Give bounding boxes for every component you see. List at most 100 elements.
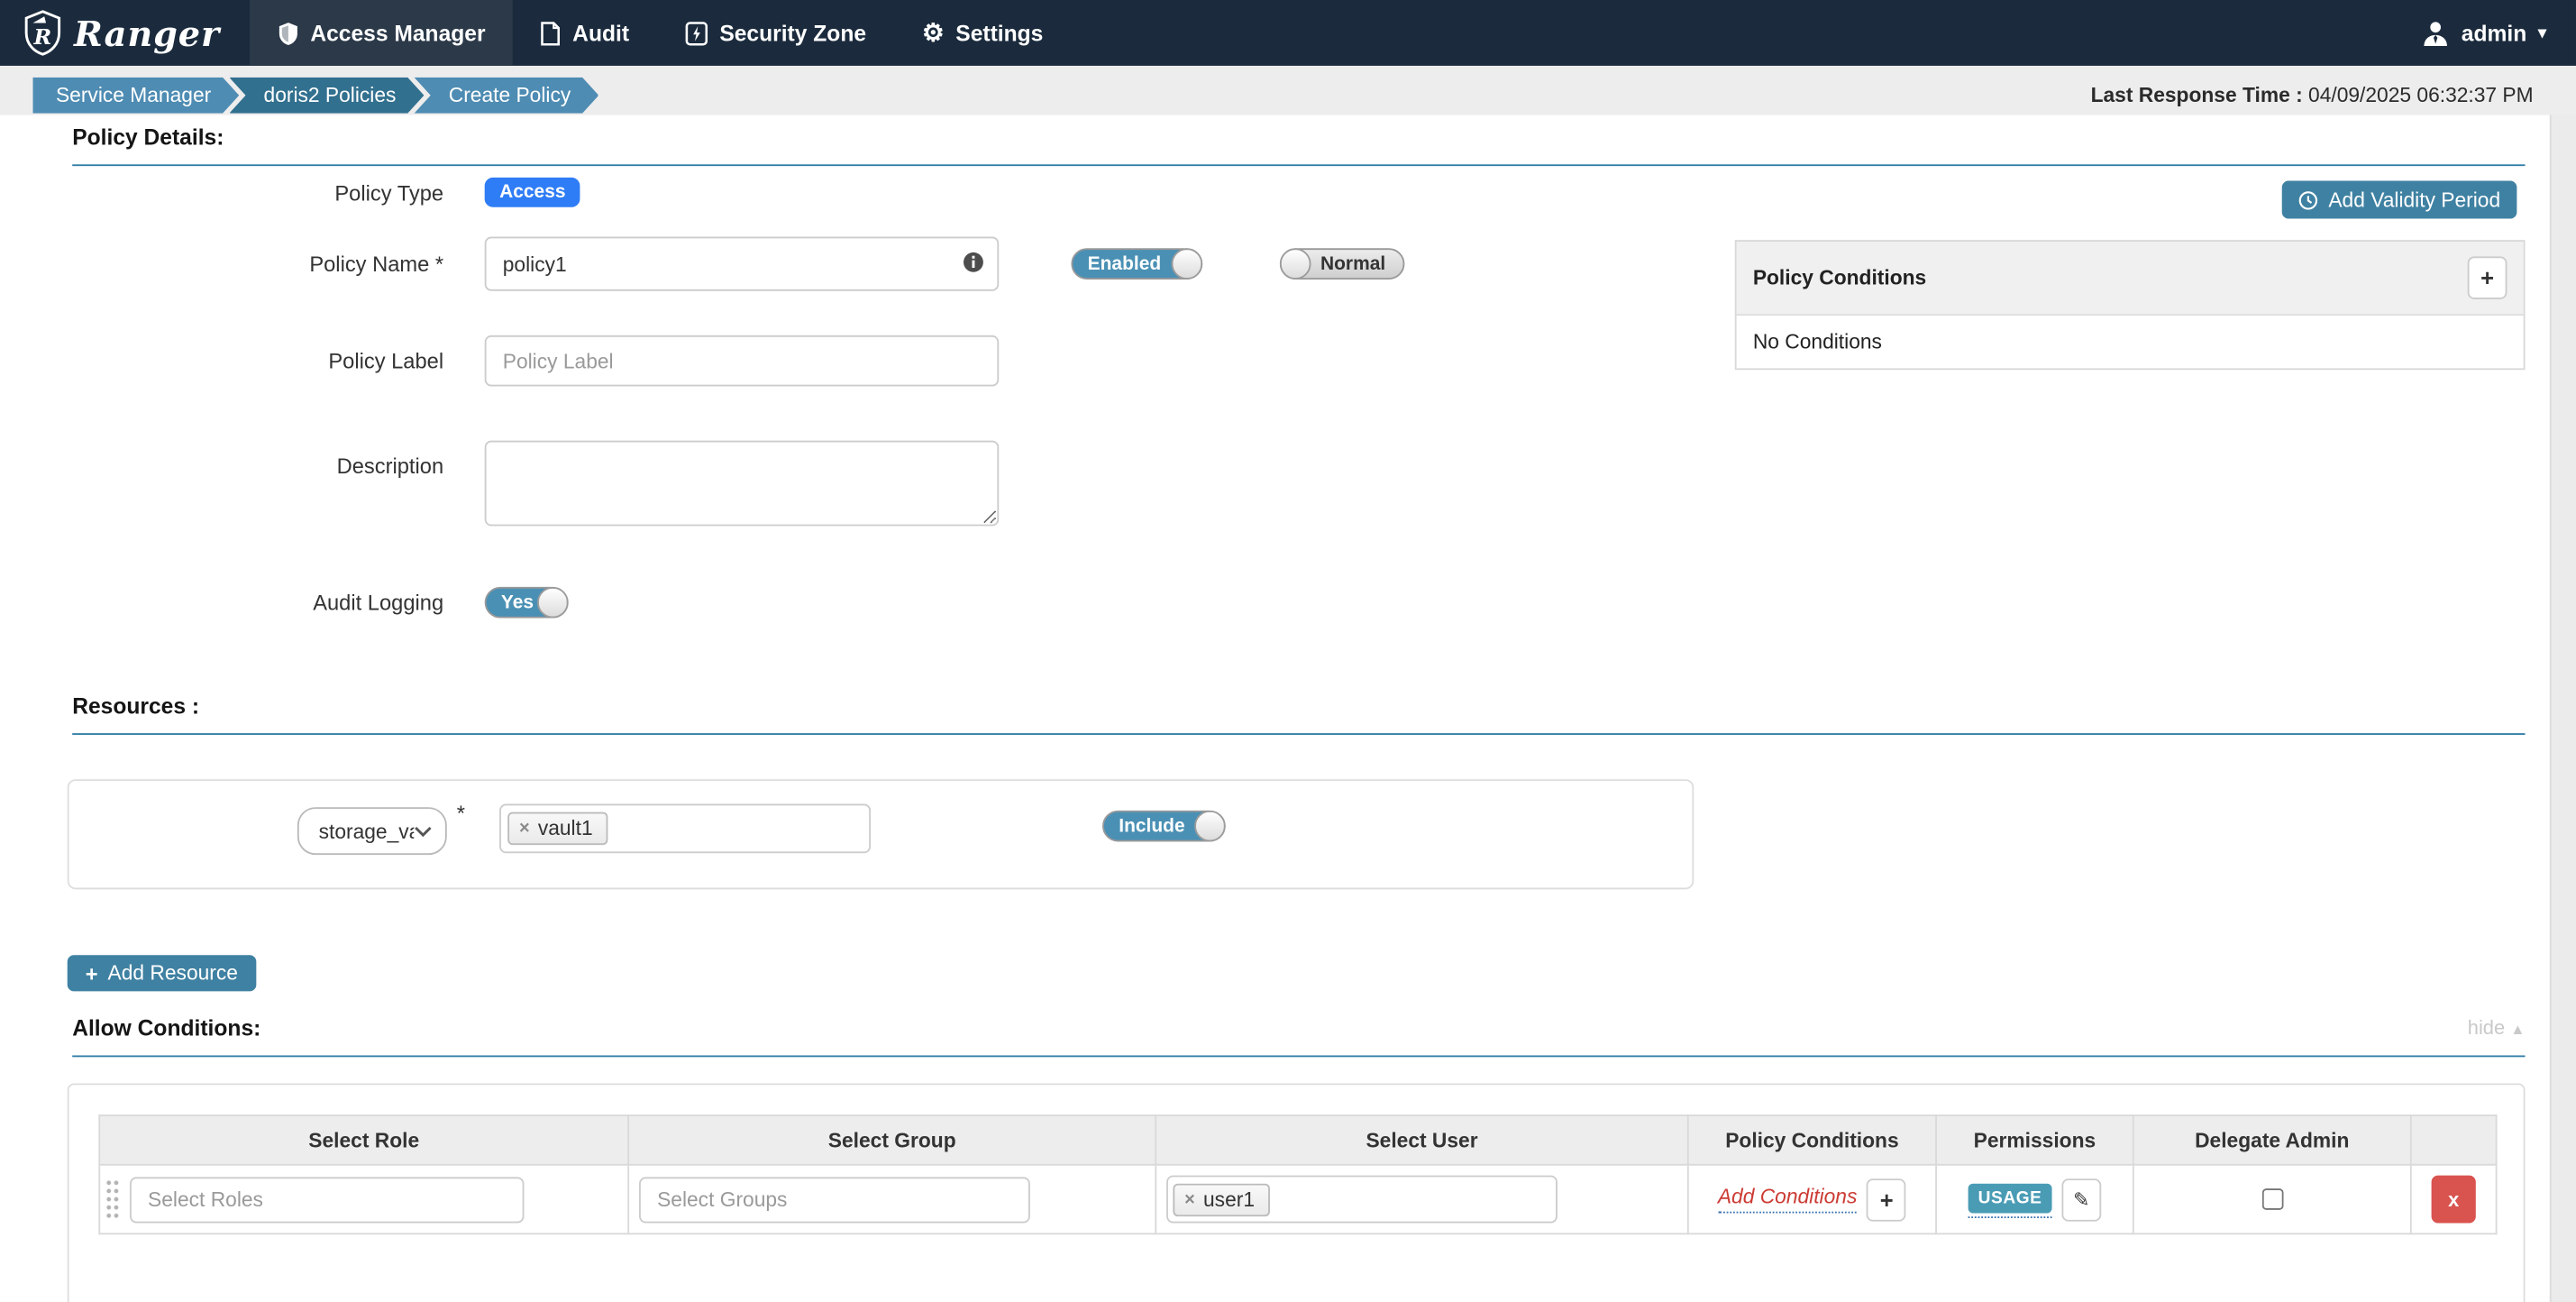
- add-policy-condition-button[interactable]: +: [2468, 256, 2507, 298]
- policy-type-label: Policy Type: [0, 180, 485, 205]
- breadcrumb-bar: Service Manager doris2 Policies Create P…: [0, 66, 2576, 115]
- toggle-knob: [537, 587, 569, 619]
- permission-badge-usage: USAGE: [1969, 1183, 2052, 1213]
- allow-conditions-heading-label: Allow Conditions:: [72, 1016, 260, 1041]
- hide-label: hide: [2468, 1016, 2505, 1040]
- last-response-time: Last Response Time : 04/09/2025 06:32:37…: [2091, 84, 2534, 107]
- delete-row-button[interactable]: x: [2432, 1176, 2476, 1224]
- table-header-row: Select Role Select Group Select User Pol…: [99, 1115, 2496, 1165]
- ranger-logo[interactable]: R Ranger: [0, 10, 250, 56]
- audit-logging-row: Audit Logging Yes: [0, 587, 568, 619]
- user-menu[interactable]: admin ▾: [2422, 19, 2576, 47]
- select-groups-input[interactable]: [639, 1176, 1030, 1222]
- policy-label-row: Policy Label: [0, 335, 999, 387]
- policy-conditions-panel: Policy Conditions + No Conditions: [1735, 240, 2526, 370]
- required-marker: *: [457, 801, 465, 825]
- remove-tag-icon[interactable]: ×: [1184, 1189, 1195, 1209]
- resource-card: storage_va * × vault1 Include: [68, 779, 1694, 889]
- toggle-knob: [1279, 248, 1311, 280]
- table-row: × user1 Add Conditions +: [99, 1165, 2496, 1234]
- toggle-knob: [1171, 248, 1202, 280]
- username-label: admin: [2462, 21, 2526, 45]
- add-validity-period-label: Add Validity Period: [2328, 188, 2500, 212]
- select-roles-input[interactable]: [130, 1176, 524, 1222]
- gear-icon: ⚙: [922, 21, 945, 45]
- add-validity-period-button[interactable]: Add Validity Period: [2282, 181, 2517, 219]
- main-content: Policy Details: Policy Type Access Add V…: [0, 115, 2552, 1302]
- remove-tag-icon[interactable]: ×: [519, 819, 530, 839]
- permission-badge-wrap: USAGE: [1969, 1181, 2052, 1217]
- actions-cell: x: [2411, 1165, 2497, 1234]
- nav-security-zone-label: Security Zone: [719, 21, 866, 45]
- resource-tag-label: vault1: [538, 817, 593, 840]
- policy-conditions-panel-title: Policy Conditions: [1753, 266, 1926, 289]
- policy-enabled-toggle[interactable]: Enabled: [1071, 248, 1201, 280]
- policy-normal-toggle[interactable]: Normal: [1279, 248, 1405, 280]
- policy-details-heading: Policy Details:: [72, 125, 2525, 167]
- policy-label-label: Policy Label: [0, 349, 485, 373]
- nav-access-manager-label: Access Manager: [310, 21, 485, 45]
- brand-name: Ranger: [74, 13, 220, 54]
- add-conditions-button[interactable]: +: [1867, 1178, 1906, 1220]
- delegate-admin-cell: [2133, 1165, 2411, 1234]
- permissions-cell: USAGE ✎: [1936, 1165, 2133, 1234]
- allow-conditions-card: Select Role Select Group Select User Pol…: [68, 1083, 2526, 1301]
- nav-settings[interactable]: ⚙ Settings: [894, 0, 1071, 66]
- allow-conditions-heading: hide ▲ Allow Conditions:: [72, 1016, 2525, 1058]
- breadcrumb-service-manager[interactable]: Service Manager: [32, 78, 239, 114]
- user-tag-label: user1: [1203, 1187, 1255, 1211]
- top-navbar: R Ranger Access Manager Audit Security Z…: [0, 0, 2576, 66]
- nav-security-zone[interactable]: Security Zone: [657, 0, 894, 66]
- select-user-cell: × user1: [1156, 1165, 1688, 1234]
- chevron-down-icon: ▾: [2538, 23, 2546, 41]
- chevron-up-icon: ▲: [2510, 1021, 2525, 1037]
- nav-audit[interactable]: Audit: [514, 0, 657, 66]
- edit-permissions-button[interactable]: ✎: [2061, 1178, 2101, 1220]
- header-policy-conditions: Policy Conditions: [1688, 1115, 1936, 1165]
- policy-label-input[interactable]: [485, 335, 1000, 387]
- policy-details-heading-label: Policy Details:: [72, 125, 224, 150]
- breadcrumb-doris2-policies[interactable]: doris2 Policies: [229, 78, 424, 114]
- delegate-admin-checkbox[interactable]: [2261, 1188, 2283, 1210]
- description-label: Description: [0, 441, 485, 479]
- last-response-time-value: 04/09/2025 06:32:37 PM: [2308, 84, 2534, 107]
- policy-type-row: Policy Type Access: [0, 178, 580, 207]
- pencil-icon: ✎: [2073, 1187, 2089, 1211]
- header-delegate-admin: Delegate Admin: [2133, 1115, 2411, 1165]
- header-actions: [2411, 1115, 2497, 1165]
- policy-enabled-toggle-label: Enabled: [1088, 254, 1162, 274]
- ranger-shield-logo-icon: R: [23, 10, 63, 56]
- select-user-input[interactable]: × user1: [1166, 1176, 1557, 1224]
- resource-tag-vault1: × vault1: [507, 812, 607, 845]
- breadcrumb-create-policy[interactable]: Create Policy: [414, 78, 598, 114]
- hide-toggle-link[interactable]: hide ▲: [2468, 1016, 2526, 1040]
- header-permissions: Permissions: [1936, 1115, 2133, 1165]
- policy-name-input[interactable]: [485, 237, 1000, 291]
- description-textarea[interactable]: [485, 441, 1000, 527]
- resource-value-input[interactable]: × vault1: [499, 804, 871, 854]
- add-resource-button[interactable]: + Add Resource: [68, 955, 256, 991]
- policy-type-badge[interactable]: Access: [485, 178, 580, 207]
- resource-type-select-value: storage_va: [319, 820, 415, 843]
- breadcrumb: Service Manager doris2 Policies Create P…: [32, 78, 598, 114]
- vertical-scrollbar[interactable]: [2550, 115, 2576, 1302]
- info-icon: [963, 252, 984, 281]
- policy-name-label: Policy Name *: [0, 252, 485, 276]
- toggle-knob: [1195, 811, 1227, 842]
- resource-type-select[interactable]: storage_va: [297, 807, 447, 855]
- nav-audit-label: Audit: [572, 21, 629, 45]
- select-role-cell: [99, 1165, 628, 1234]
- include-toggle[interactable]: Include: [1102, 811, 1226, 842]
- audit-logging-toggle[interactable]: Yes: [485, 587, 569, 619]
- shield-icon: [278, 21, 299, 45]
- bolt-icon: [685, 21, 708, 45]
- drag-handle[interactable]: [105, 1178, 120, 1221]
- nav-access-manager[interactable]: Access Manager: [250, 0, 514, 66]
- policy-name-row: Policy Name * Enabled Normal: [0, 237, 1405, 291]
- header-select-role: Select Role: [99, 1115, 628, 1165]
- header-select-group: Select Group: [628, 1115, 1156, 1165]
- add-conditions-link[interactable]: Add Conditions: [1718, 1186, 1858, 1214]
- clock-icon: [2299, 190, 2319, 210]
- chevron-down-icon: [414, 824, 432, 838]
- policy-conditions-empty-text: No Conditions: [1737, 314, 2524, 368]
